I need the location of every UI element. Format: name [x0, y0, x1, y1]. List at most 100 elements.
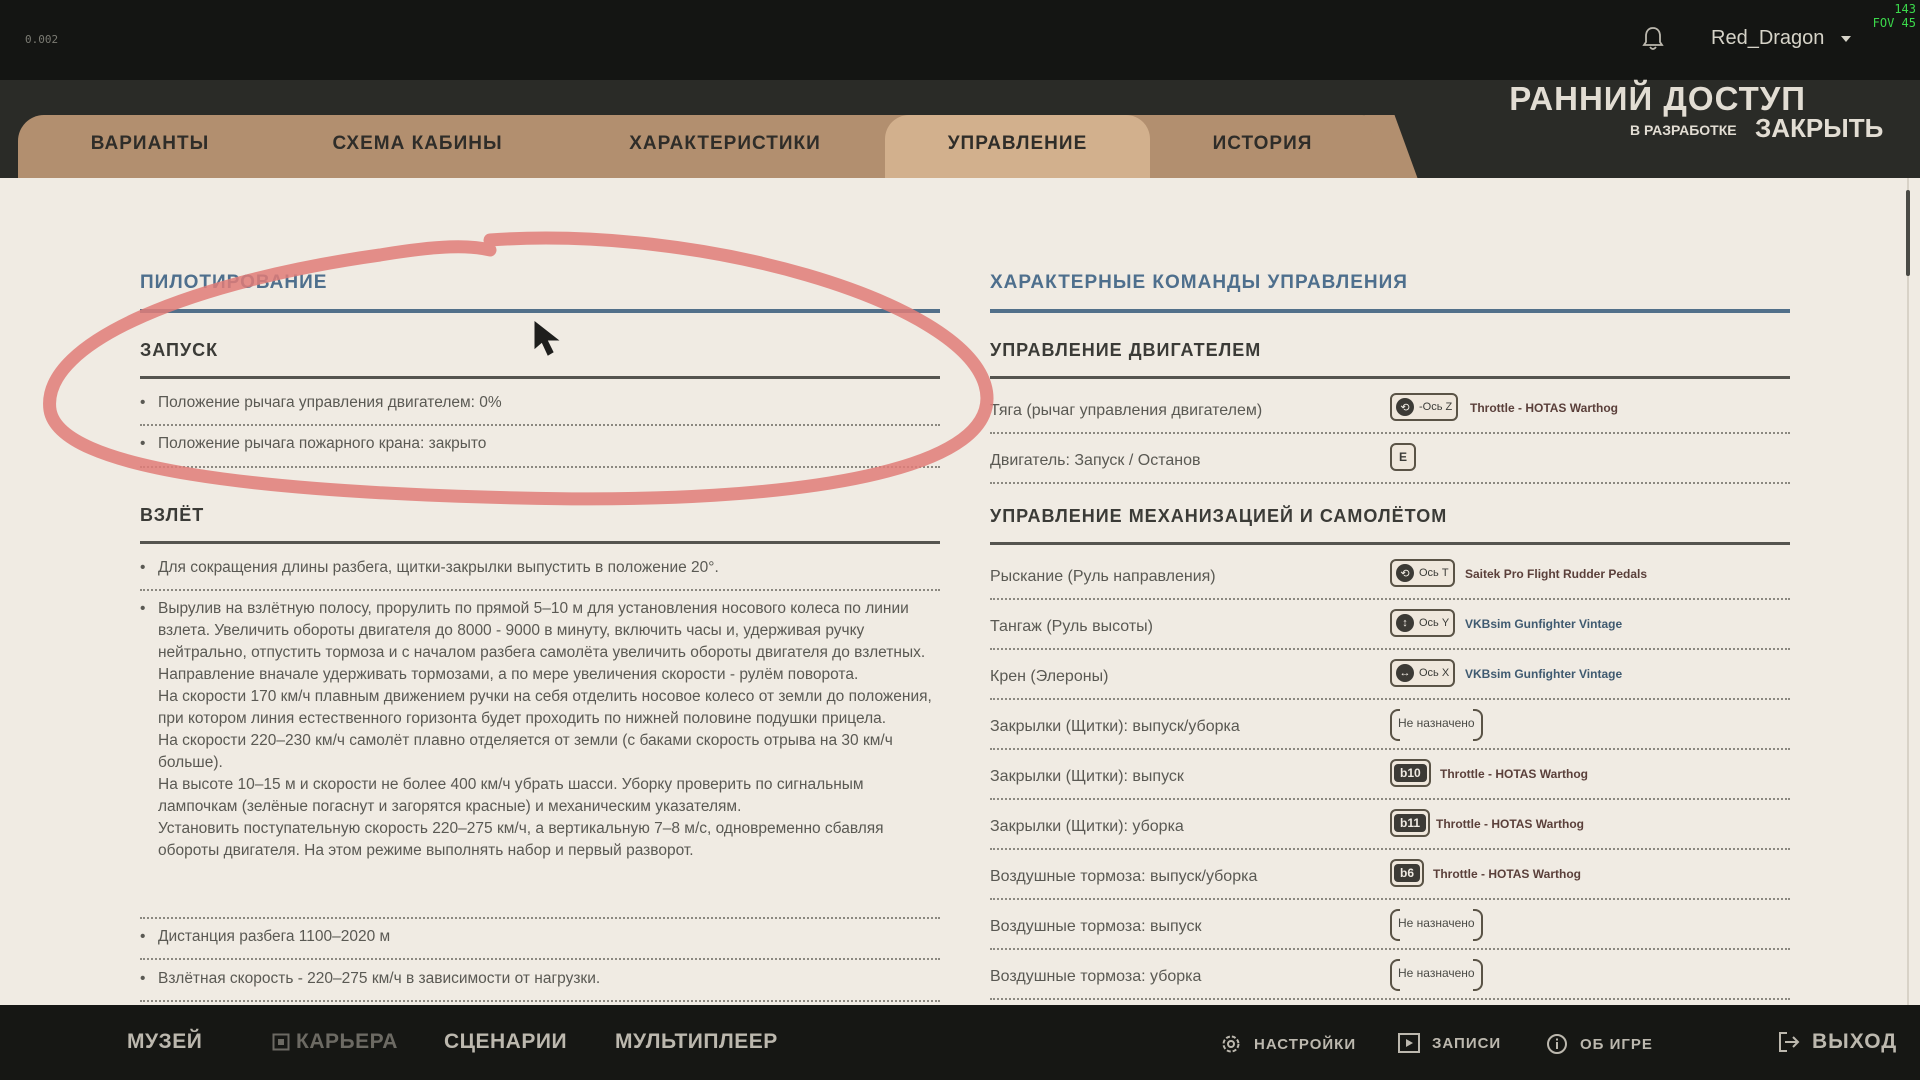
subsection-engine: УПРАВЛЕНИЕ ДВИГАТЕЛЕМ: [990, 340, 1262, 360]
divider: [990, 698, 1790, 700]
bell-icon[interactable]: [1641, 26, 1665, 52]
device-name: VKBsim Gunfighter Vintage: [1465, 617, 1623, 631]
section-title-piloting: ПИЛОТИРОВАНИЕ: [140, 272, 328, 293]
subsection-launch: ЗАПУСК: [140, 340, 219, 360]
gear-icon: [1222, 1035, 1240, 1053]
exit-label: ВЫХОД: [1812, 1030, 1898, 1053]
divider: [140, 424, 940, 426]
about-button[interactable]: ОБ ИГРЕ: [1546, 1033, 1653, 1055]
binding-badge[interactable]: ⟲ Ось T: [1390, 559, 1455, 587]
nav-scenarios[interactable]: СЦЕНАРИИ: [444, 1030, 567, 1054]
close-button[interactable]: ЗАКРЫТЬ: [1755, 113, 1883, 144]
divider: [990, 848, 1790, 850]
binding-text: Не назначено: [1398, 966, 1475, 980]
settings-button[interactable]: НАСТРОЙКИ: [1220, 1033, 1356, 1055]
records-button[interactable]: ЗАПИСИ: [1398, 1033, 1501, 1053]
in-development-label: В РАЗРАБОТКЕ: [1630, 122, 1737, 138]
axis-horizontal-icon: ↔: [1396, 664, 1414, 682]
nav-museum[interactable]: МУЗЕЙ: [127, 1030, 202, 1054]
divider: [990, 998, 1790, 1000]
content-panel: [0, 178, 1920, 1005]
nav-career-label: КАРЬЕРА: [296, 1030, 398, 1053]
control-label: Тангаж (Руль высоты): [990, 618, 1153, 635]
about-label: ОБ ИГРЕ: [1580, 1035, 1653, 1053]
device-name: Saitek Pro Flight Rudder Pedals: [1465, 567, 1648, 581]
divider: [140, 1000, 940, 1002]
fps-value: 143: [1894, 2, 1916, 16]
control-label: Тяга (рычаг управления двигателем): [990, 402, 1263, 419]
divider: [990, 376, 1790, 379]
binding-text: b6: [1394, 864, 1421, 882]
list-item: Вырулив на взлётную полосу, прорулить по…: [140, 598, 942, 862]
control-label: Воздушные тормоза: выпуск/уборка: [990, 868, 1258, 885]
exit-button[interactable]: ВЫХОД: [1778, 1030, 1897, 1054]
control-label: Крен (Элероны): [990, 668, 1109, 685]
binding-badge[interactable]: Не назначено: [1390, 909, 1483, 941]
username[interactable]: Red_Dragon: [1711, 27, 1824, 50]
binding-badge[interactable]: Не назначено: [1390, 959, 1483, 991]
divider: [990, 948, 1790, 950]
binding-text: Ось T: [1419, 567, 1449, 579]
binding-text: b10: [1394, 764, 1427, 782]
control-label: Воздушные тормоза: выпуск: [990, 918, 1202, 935]
scrollbar-thumb[interactable]: [1906, 190, 1910, 276]
version-label: 0.002: [25, 33, 59, 46]
axis-icon: ⟲: [1396, 398, 1414, 416]
axis-icon: ⟲: [1396, 564, 1414, 582]
binding-badge[interactable]: Не назначено: [1390, 709, 1483, 741]
binding-badge[interactable]: E: [1390, 443, 1417, 471]
divider: [140, 376, 940, 379]
control-label: Закрылки (Щитки): выпуск: [990, 768, 1184, 785]
film-icon: [1398, 1033, 1420, 1053]
binding-badge[interactable]: b6: [1390, 859, 1425, 887]
list-item: Положение рычага пожарного крана: закрыт…: [140, 433, 938, 455]
divider: [990, 898, 1790, 900]
device-name: Throttle - HOTAS Warthog: [1440, 767, 1588, 781]
tab-controls[interactable]: УПРАВЛЕНИЕ: [885, 115, 1150, 178]
divider: [990, 598, 1790, 600]
settings-label: НАСТРОЙКИ: [1254, 1035, 1357, 1053]
control-label: Воздушные тормоза: уборка: [990, 968, 1202, 985]
binding-badge[interactable]: b11: [1390, 809, 1431, 837]
binding-badge[interactable]: ⟲ -Ось Z: [1390, 393, 1459, 421]
binding-badge[interactable]: b10: [1390, 759, 1431, 787]
divider: [140, 309, 940, 313]
subsection-takeoff: ВЗЛЁТ: [140, 505, 205, 525]
chevron-down-icon[interactable]: [1841, 36, 1851, 42]
divider: [140, 917, 940, 919]
career-icon: [272, 1033, 290, 1051]
binding-text: Не назначено: [1398, 916, 1475, 930]
divider: [140, 541, 940, 544]
axis-vertical-icon: ↕: [1396, 614, 1414, 632]
exit-icon: [1779, 1032, 1800, 1052]
top-bar: [0, 0, 1920, 80]
device-name: VKBsim Gunfighter Vintage: [1465, 667, 1623, 681]
fov-value: FOV 45: [1872, 16, 1916, 30]
binding-badge[interactable]: ↕ Ось Y: [1390, 609, 1456, 637]
list-item: Дистанция разбега 1100–2020 м: [140, 926, 938, 948]
subsection-mechanization: УПРАВЛЕНИЕ МЕХАНИЗАЦИЕЙ И САМОЛЁТОМ: [990, 506, 1448, 526]
list-item: Для сокращения длины разбега, щитки-закр…: [140, 557, 938, 579]
device-name: Throttle - HOTAS Warthog: [1470, 401, 1618, 415]
divider: [990, 482, 1790, 484]
divider: [140, 466, 940, 468]
scrollbar-track[interactable]: [1907, 178, 1909, 1005]
tab-history[interactable]: ИСТОРИЯ: [1160, 115, 1365, 178]
divider: [140, 589, 940, 591]
binding-badge[interactable]: ↔ Ось X: [1390, 659, 1456, 687]
control-label: Закрылки (Щитки): выпуск/уборка: [990, 718, 1240, 735]
control-label: Двигатель: Запуск / Останов: [990, 452, 1201, 469]
tab-characteristics[interactable]: ХАРАКТЕРИСТИКИ: [590, 115, 860, 178]
section-title-commands: ХАРАКТЕРНЫЕ КОМАНДЫ УПРАВЛЕНИЯ: [990, 272, 1408, 293]
divider: [990, 748, 1790, 750]
tab-cockpit[interactable]: СХЕМА КАБИНЫ: [290, 115, 545, 178]
divider: [140, 958, 940, 960]
nav-career[interactable]: КАРЬЕРА: [272, 1030, 398, 1054]
binding-text: Ось Y: [1419, 617, 1450, 629]
tab-variants[interactable]: ВАРИАНТЫ: [40, 115, 260, 178]
control-label: Рыскание (Руль направления): [990, 568, 1216, 585]
device-name: Throttle - HOTAS Warthog: [1436, 817, 1584, 831]
divider: [990, 648, 1790, 650]
nav-multiplayer[interactable]: МУЛЬТИПЛЕЕР: [615, 1030, 778, 1054]
binding-text: Не назначено: [1398, 716, 1475, 730]
